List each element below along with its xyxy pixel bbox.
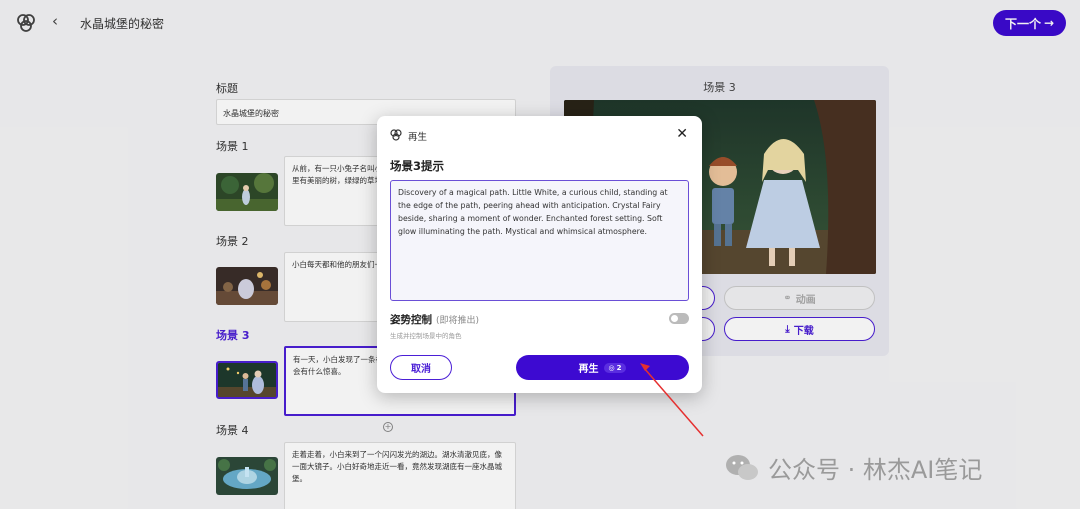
pose-description: 生成并控制场景中的角色: [390, 332, 462, 340]
regenerate-icon: [390, 129, 402, 141]
prompt-textarea[interactable]: Discovery of a magical path. Little Whit…: [390, 180, 689, 301]
regenerate-label: 再生: [578, 364, 599, 375]
credit-badge: ◎ 2: [603, 362, 627, 373]
regenerate-button[interactable]: 再生 ◎ 2: [516, 355, 689, 380]
credit-count: 2: [616, 363, 622, 372]
toggle-knob: [671, 315, 678, 322]
close-icon[interactable]: ✕: [676, 126, 688, 142]
coming-soon-note: (即将推出): [436, 316, 480, 326]
watermark-text: 公众号 · 林杰AI笔记: [768, 456, 983, 484]
prompt-label: 场景3提示: [390, 159, 445, 173]
dialog-title: 再生: [408, 132, 428, 143]
watermark: 公众号 · 林杰AI笔记: [724, 450, 982, 485]
pose-label-text: 姿势控制: [390, 314, 432, 326]
pose-control-toggle[interactable]: [669, 313, 689, 324]
wechat-icon: [726, 454, 758, 480]
coin-icon: ◎: [608, 363, 615, 372]
cancel-button[interactable]: 取消: [390, 355, 452, 380]
cancel-label: 取消: [411, 364, 431, 375]
pose-control-label: 姿势控制 (即将推出): [390, 312, 479, 327]
regenerate-dialog: 再生 ✕ 场景3提示 Discovery of a magical path. …: [377, 116, 702, 393]
